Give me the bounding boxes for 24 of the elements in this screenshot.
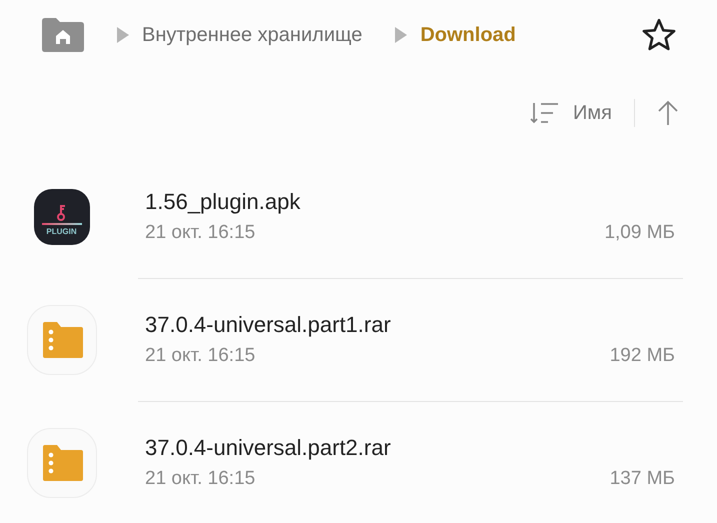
sort-label[interactable]: Имя: [573, 98, 612, 128]
chevron-icon: [116, 27, 130, 43]
file-size: 1,09 МБ: [604, 220, 675, 245]
file-row[interactable]: PLUGIN 1.56_plugin.apk 21 окт. 16:15 1,09 МБ: [0, 156, 717, 278]
file-name: 37.0.4-universal.part1.rar: [145, 310, 392, 339]
icon-label: PLUGIN: [46, 228, 77, 236]
home-folder-icon[interactable]: [42, 18, 84, 52]
file-date: 21 окт. 16:15: [145, 344, 256, 368]
file-row[interactable]: 37.0.4-universal.part2.rar 21 окт. 16:15 137 МБ: [0, 402, 717, 523]
file-size: 137 МБ: [610, 466, 675, 491]
sort-icon[interactable]: [530, 101, 560, 125]
file-date: 21 окт. 16:15: [145, 466, 256, 491]
folder-icon: [26, 305, 96, 375]
file-name: 37.0.4-universal.part2.rar: [145, 434, 392, 462]
star-icon[interactable]: [641, 18, 677, 52]
file-row[interactable]: 37.0.4-universal.part1.rar 21 окт. 16:15 192 МБ: [0, 279, 717, 401]
breadcrumb-item[interactable]: Внутреннее хранилище: [142, 20, 362, 50]
file-date: 21 окт. 16:15: [145, 220, 256, 245]
file-size: 192 МБ: [610, 344, 675, 368]
arrow-up-icon[interactable]: [657, 100, 679, 126]
key-icon: [56, 205, 66, 221]
folder-icon: [26, 428, 96, 498]
file-name: 1.56_plugin.apk: [145, 188, 302, 216]
chevron-icon: [394, 27, 408, 43]
